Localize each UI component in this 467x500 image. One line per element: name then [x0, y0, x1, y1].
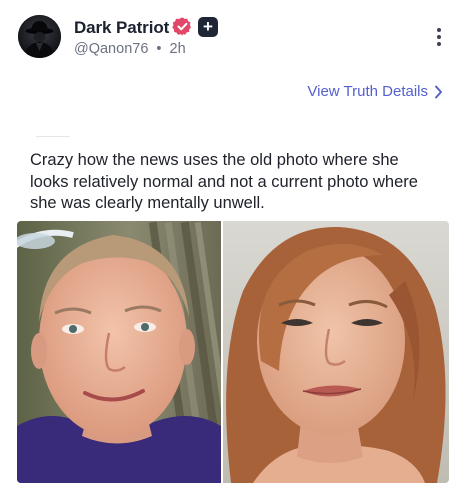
handle[interactable]: @Qanon76 — [74, 41, 148, 57]
handle-line: @Qanon76 • 2h — [74, 41, 186, 57]
chevron-right-icon — [435, 85, 442, 98]
post-time[interactable]: 2h — [170, 41, 186, 57]
more-vertical-icon-dot — [437, 42, 441, 46]
truth-post: Dark Patriot + @Qanon76 • 2h View Truth … — [0, 0, 467, 500]
divider — [36, 136, 70, 137]
post-caption: Crazy how the news uses the old photo wh… — [30, 151, 418, 212]
more-options-button[interactable] — [431, 28, 447, 50]
avatar[interactable] — [18, 15, 61, 58]
separator: • — [156, 41, 162, 57]
view-truth-details-label: View Truth Details — [307, 83, 428, 100]
more-vertical-icon-dot — [437, 35, 441, 39]
view-truth-details-link[interactable]: View Truth Details — [307, 83, 443, 100]
more-vertical-icon — [437, 28, 441, 32]
display-name[interactable]: Dark Patriot — [74, 18, 169, 38]
side-by-side-photo — [17, 221, 449, 483]
post-image[interactable] — [17, 221, 449, 483]
plus-badge-icon: + — [198, 17, 218, 37]
verified-badge-icon — [172, 16, 193, 37]
hooded-figure-avatar-icon — [18, 15, 61, 58]
